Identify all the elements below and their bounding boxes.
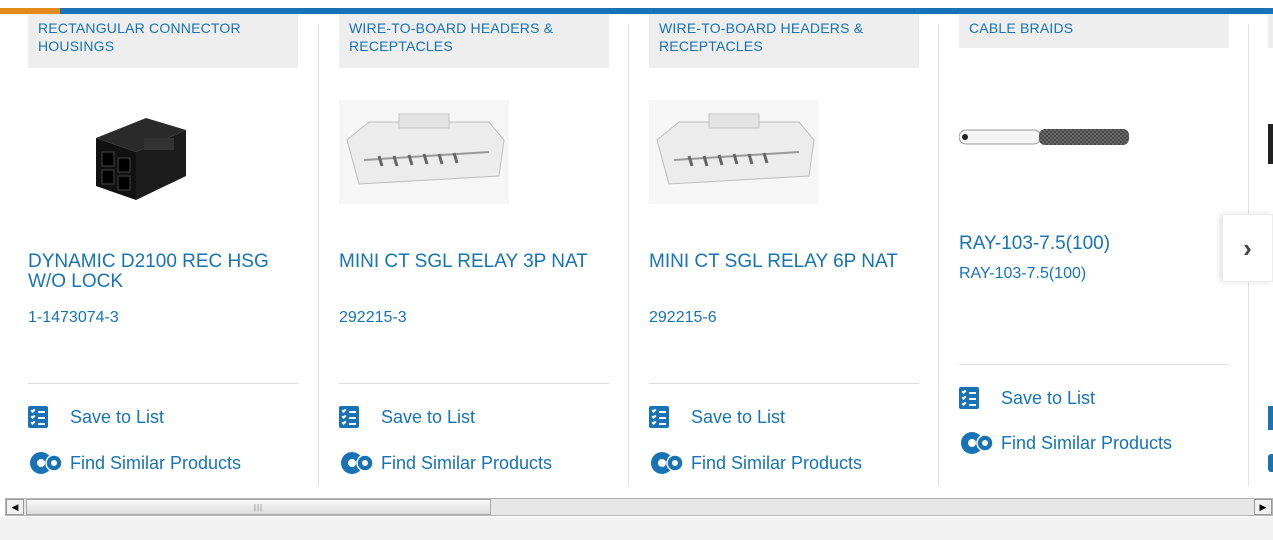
save-label: Save to List <box>381 406 476 427</box>
category-label <box>1268 14 1273 48</box>
save-label: Save to List <box>691 406 786 427</box>
card-divider <box>628 24 629 486</box>
gears-icon <box>1268 454 1273 472</box>
product-image[interactable] <box>48 100 218 204</box>
find-similar-button[interactable]: Find Similar Products <box>649 450 862 476</box>
category-label[interactable]: RECTANGULAR CONNECTOR HOUSINGS <box>28 14 298 68</box>
scroll-left-button[interactable]: ◀ <box>6 499 24 515</box>
card-divider <box>938 24 939 486</box>
checklist-icon <box>1268 406 1273 430</box>
save-to-list-button[interactable]: Save to List <box>959 385 1095 411</box>
scroll-right-button[interactable]: ▶ <box>1254 499 1272 515</box>
save-to-list-button[interactable]: Save to List <box>339 404 475 430</box>
part-number[interactable]: RAY-103-7.5(100) <box>959 264 1086 284</box>
divider-line <box>339 383 609 384</box>
scrollbar-thumb[interactable]: ||| <box>26 499 491 515</box>
checklist-icon <box>28 406 48 428</box>
category-label[interactable]: CABLE BRAIDS <box>959 14 1229 48</box>
similar-label: Find Similar Products <box>691 452 863 473</box>
category-label[interactable]: WIRE-TO-BOARD HEADERS & RECEPTACLES <box>649 14 919 68</box>
product-card: WIRE-TO-BOARD HEADERS & RECEPTACLES MINI… <box>339 14 639 490</box>
gears-icon <box>651 452 684 474</box>
divider-line <box>649 383 919 384</box>
find-similar-button[interactable]: Find Similar Products <box>28 450 241 476</box>
checklist-icon <box>649 406 669 428</box>
card-divider <box>318 24 319 486</box>
arrow-left-icon: ◀ <box>11 501 19 512</box>
product-card: WIRE-TO-BOARD HEADERS & RECEPTACLES MINI… <box>649 14 949 490</box>
part-number[interactable]: 292215-3 <box>339 308 407 328</box>
arrow-right-icon: ▶ <box>1259 501 1267 512</box>
product-title[interactable]: MINI CT SGL RELAY 6P NAT <box>649 252 924 272</box>
product-title[interactable]: DYNAMIC D2100 REC HSG W/O LOCK <box>28 252 303 292</box>
save-to-list-button[interactable]: Save to List <box>28 404 164 430</box>
similar-label: Find Similar Products <box>70 452 242 473</box>
product-card: RECTANGULAR CONNECTOR HOUSINGS DYNAMIC D… <box>28 14 328 490</box>
save-to-list-button[interactable]: Save to List <box>649 404 785 430</box>
part-number[interactable]: 292215-6 <box>649 308 717 328</box>
page-footer-area <box>0 517 1273 540</box>
product-carousel: RECTANGULAR CONNECTOR HOUSINGS DYNAMIC D… <box>0 14 1273 490</box>
product-image <box>1268 124 1273 164</box>
part-number[interactable]: 1-1473074-3 <box>28 308 119 328</box>
find-similar-button[interactable]: Find Similar Products <box>959 430 1172 456</box>
grip-icon: ||| <box>253 502 264 512</box>
save-label: Save to List <box>70 406 165 427</box>
gears-icon <box>30 452 63 474</box>
gears-icon <box>341 452 374 474</box>
chevron-right-icon: › <box>1243 232 1252 263</box>
gears-icon <box>961 432 994 454</box>
product-title[interactable]: MINI CT SGL RELAY 3P NAT <box>339 252 614 272</box>
horizontal-scrollbar[interactable]: ◀ ||| ▶ <box>5 498 1273 516</box>
save-label: Save to List <box>1001 387 1096 408</box>
checklist-icon <box>959 387 979 409</box>
divider-line <box>28 383 298 384</box>
product-title[interactable]: RAY-103-7.5(100) <box>959 234 1234 254</box>
product-image[interactable] <box>649 100 819 204</box>
product-image[interactable] <box>959 118 1129 158</box>
product-image[interactable] <box>339 100 509 204</box>
find-similar-button[interactable]: Find Similar Products <box>339 450 552 476</box>
divider-line <box>959 364 1229 365</box>
next-button[interactable]: › <box>1222 214 1273 282</box>
product-card: CABLE BRAIDS RAY-103-7.5(100) RAY-103-7.… <box>959 14 1259 490</box>
similar-label: Find Similar Products <box>1001 432 1173 453</box>
category-label[interactable]: WIRE-TO-BOARD HEADERS & RECEPTACLES <box>339 14 609 68</box>
similar-label: Find Similar Products <box>381 452 553 473</box>
checklist-icon <box>339 406 359 428</box>
